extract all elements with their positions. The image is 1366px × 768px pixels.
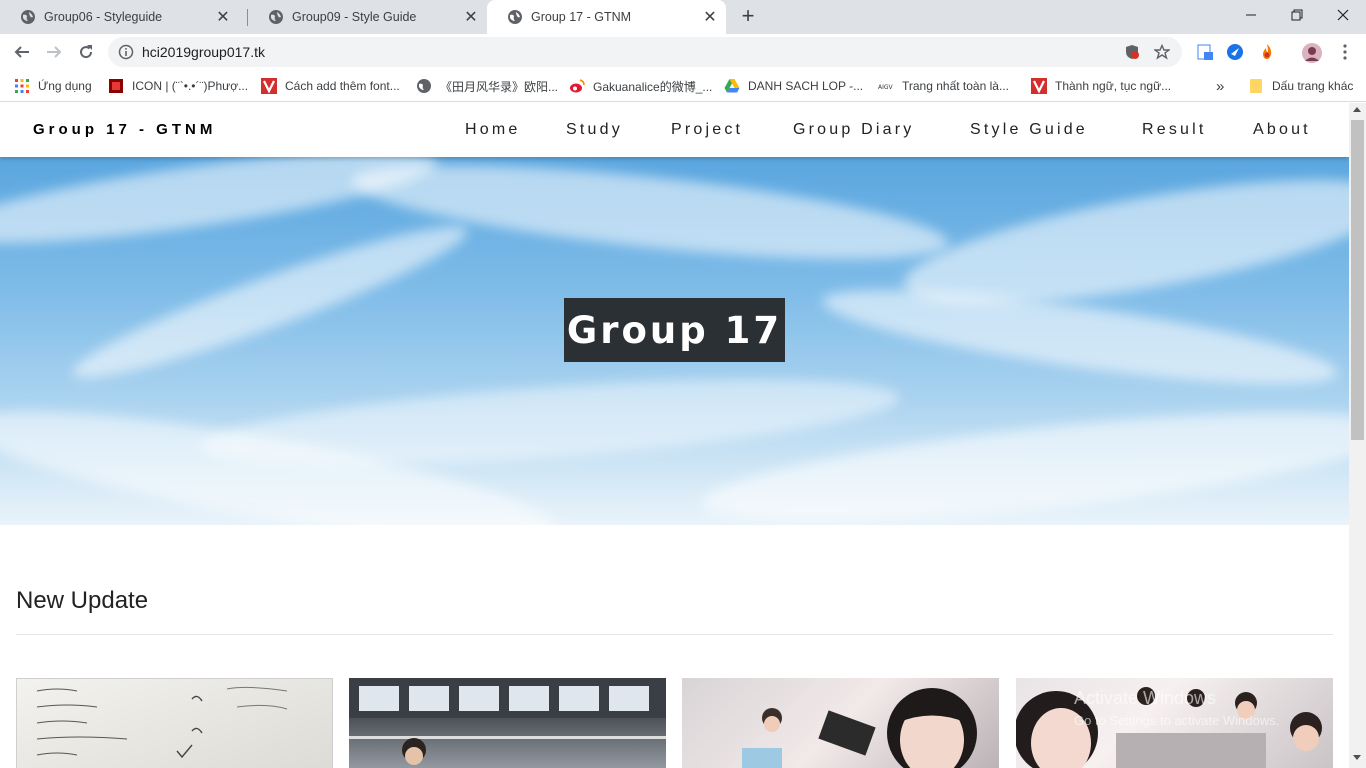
browser-toolbar: hci2019group017.tk	[0, 34, 1366, 70]
bookmark-label: ICON | (¨`•.•´¨)Phượ...	[132, 79, 249, 93]
scroll-down-icon[interactable]	[1353, 755, 1361, 760]
bookmark-aigv[interactable]: AIGV Trang nhất toàn là...	[878, 76, 1009, 96]
globe-icon	[507, 9, 523, 25]
bookmark-label: Cách add thêm font...	[285, 79, 400, 93]
nav-about[interactable]: About	[1253, 121, 1311, 139]
nav-project[interactable]: Project	[671, 121, 743, 139]
aigv-icon: AIGV	[878, 78, 894, 94]
extension-blue-circle-icon[interactable]	[1226, 43, 1244, 61]
tab-title: Group06 - Styleguide	[44, 10, 163, 24]
url-text[interactable]: hci2019group017.tk	[142, 44, 265, 60]
extension-fire-icon[interactable]	[1258, 43, 1276, 61]
bookmark-icon-site[interactable]: ICON | (¨`•.•´¨)Phượ...	[108, 76, 248, 96]
group-selfie-image	[742, 688, 977, 768]
svg-text:AIGV: AIGV	[878, 84, 894, 91]
v-logo-icon	[1031, 78, 1047, 94]
bookmark-apps[interactable]: Ứng dụng	[14, 76, 92, 96]
close-window-button[interactable]	[1320, 0, 1366, 30]
handwritten-notes-image	[36, 686, 288, 759]
bookmark-novel[interactable]: 《田月风华录》欧阳...	[416, 76, 558, 96]
globe-icon	[268, 9, 284, 25]
site-navbar: Group 17 - GTNM Home Study Project Group…	[0, 103, 1349, 157]
cloud	[347, 157, 953, 279]
tab-group09[interactable]: Group09 - Style Guide ✕	[248, 0, 487, 34]
bookmark-drive[interactable]: DANH SACH LOP -...	[724, 76, 863, 96]
update-card-selfie-photo[interactable]	[682, 678, 999, 768]
red-square-icon	[108, 78, 124, 94]
bookmarks-bar: Ứng dụng ICON | (¨`•.•´¨)Phượ... Cách ad…	[0, 70, 1366, 102]
nav-result[interactable]: Result	[1142, 121, 1207, 139]
weibo-icon	[569, 78, 585, 94]
bookmark-label: Trang nhất toàn là...	[902, 79, 1009, 93]
update-card-classroom-photo[interactable]	[349, 678, 666, 768]
globe-icon	[20, 9, 36, 25]
star-icon[interactable]	[1152, 43, 1172, 60]
info-icon[interactable]	[118, 44, 134, 60]
v-logo-icon	[261, 78, 277, 94]
arrow-left-icon	[14, 46, 29, 58]
close-icon[interactable]: ✕	[461, 7, 481, 27]
bookmarks-overflow-button[interactable]: »	[1216, 76, 1224, 96]
close-icon[interactable]: ✕	[213, 7, 233, 27]
cloud	[64, 206, 476, 398]
nav-style-guide[interactable]: Style Guide	[970, 121, 1088, 139]
nav-home[interactable]: Home	[465, 121, 520, 139]
new-tab-button[interactable]: +	[737, 5, 759, 28]
bookmark-label: 《田月风华录》欧阳...	[440, 79, 559, 94]
shield-icon[interactable]	[1124, 44, 1140, 60]
bookmark-label: Thành ngữ, tục ngữ...	[1055, 79, 1172, 93]
tab-title: Group09 - Style Guide	[292, 10, 417, 24]
tab-title: Group 17 - GTNM	[531, 10, 632, 24]
site-brand[interactable]: Group 17 - GTNM	[33, 121, 216, 138]
tab-group06[interactable]: Group06 - Styleguide ✕	[0, 0, 239, 34]
bookmark-add-font[interactable]: Cách add thêm font...	[261, 76, 400, 96]
hero-title: Group 17	[564, 298, 785, 362]
forward-button[interactable]	[40, 38, 68, 66]
extension-translate-icon[interactable]	[1196, 43, 1214, 61]
activate-windows-watermark: Activate Windows	[1074, 688, 1217, 708]
bookmark-idioms[interactable]: Thành ngữ, tục ngữ...	[1031, 76, 1171, 96]
globe-icon	[416, 78, 432, 94]
hero-banner: Group 17	[0, 157, 1349, 525]
bookmark-label: DANH SACH LOP -...	[748, 79, 864, 93]
nav-study[interactable]: Study	[566, 121, 623, 139]
scroll-up-icon[interactable]	[1353, 107, 1361, 112]
close-icon[interactable]: ✕	[700, 7, 720, 27]
bookmark-label: Ứng dụng	[38, 79, 92, 93]
activate-windows-subtext: Go to Settings to activate Windows.	[1074, 713, 1280, 728]
bookmark-weibo[interactable]: Gakuanalice的微博_...	[569, 76, 712, 96]
reload-button[interactable]	[72, 38, 100, 66]
apps-grid-icon	[14, 78, 30, 94]
bookmark-label: Dấu trang khác	[1272, 79, 1354, 93]
page-viewport: Group 17 - GTNM Home Study Project Group…	[0, 103, 1349, 768]
browser-tab-strip: Group06 - Styleguide ✕ Group09 - Style G…	[0, 0, 1366, 34]
profile-avatar[interactable]	[1302, 43, 1322, 63]
minimize-button[interactable]	[1228, 0, 1274, 30]
update-card-notes-photo[interactable]	[16, 678, 333, 768]
divider	[16, 634, 1333, 635]
folder-icon	[1248, 78, 1264, 94]
arrow-right-icon	[47, 46, 62, 58]
tab-group17[interactable]: Group 17 - GTNM ✕	[487, 0, 726, 34]
drive-icon	[724, 78, 740, 94]
restore-button[interactable]	[1274, 0, 1320, 30]
menu-kebab-icon[interactable]	[1336, 43, 1354, 61]
page-scrollbar[interactable]	[1349, 103, 1366, 768]
classroom-image	[349, 678, 666, 765]
reload-icon	[80, 45, 93, 59]
other-bookmarks[interactable]: Dấu trang khác	[1248, 76, 1353, 96]
nav-group-diary[interactable]: Group Diary	[793, 121, 914, 139]
bookmark-label: Gakuanalice的微博_...	[593, 79, 713, 94]
scrollbar-thumb[interactable]	[1351, 120, 1364, 440]
address-bar[interactable]: hci2019group017.tk	[108, 37, 1182, 67]
section-title: New Update	[16, 587, 149, 614]
back-button[interactable]	[8, 38, 36, 66]
